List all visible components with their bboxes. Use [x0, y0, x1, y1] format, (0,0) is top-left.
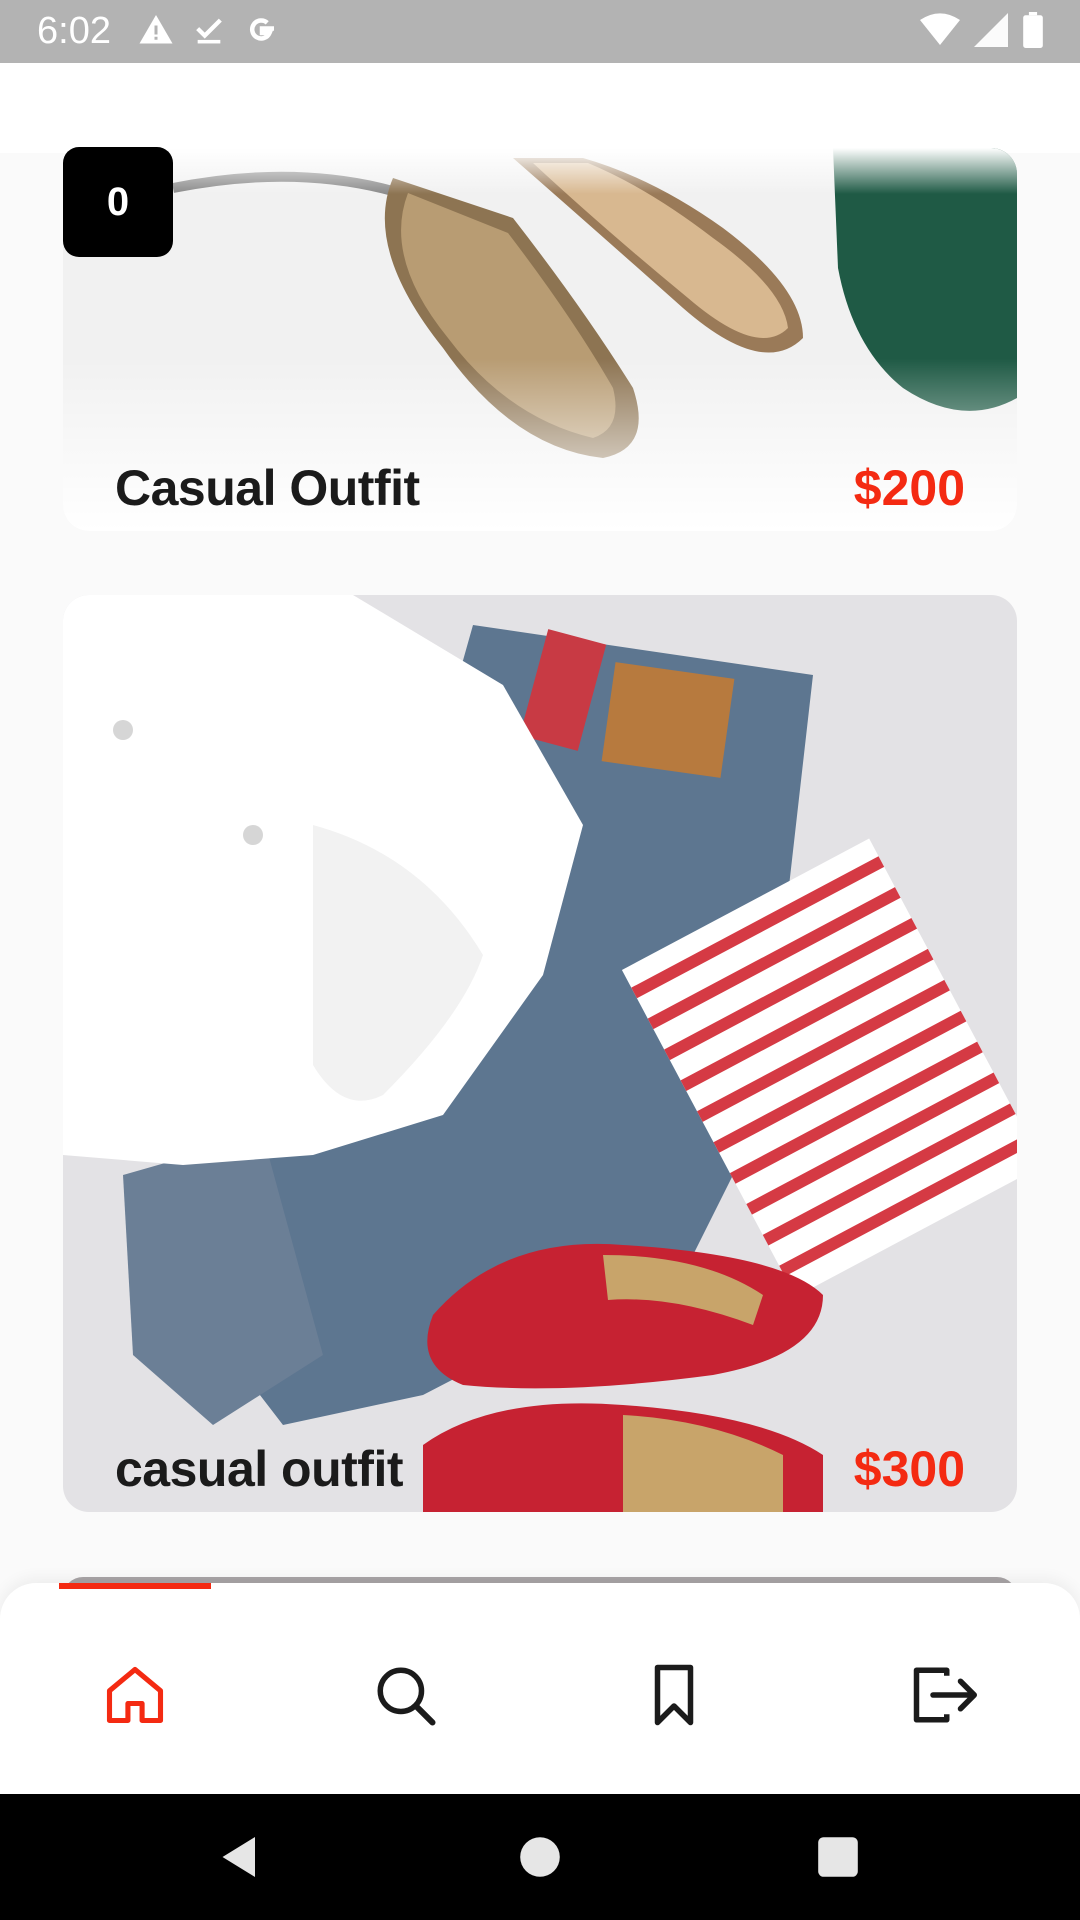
- download-done-icon: [196, 18, 222, 44]
- back-icon: [222, 1837, 255, 1877]
- search-icon: [377, 1667, 436, 1726]
- active-tab-indicator: [59, 1583, 211, 1589]
- tab-logout[interactable]: [904, 1655, 984, 1735]
- bookmark-icon: [654, 1664, 694, 1726]
- outfit-price: $300: [853, 1441, 965, 1497]
- system-back-button[interactable]: [205, 1822, 275, 1892]
- system-home-button[interactable]: [505, 1822, 575, 1892]
- status-bar: 6:02: [0, 0, 1080, 63]
- tab-home[interactable]: [95, 1655, 175, 1735]
- outfit-feed[interactable]: Casual Outfit $200 casual outfit $300: [0, 63, 1080, 1583]
- cart-count-badge[interactable]: 0: [63, 147, 173, 257]
- warning-icon: [139, 15, 173, 44]
- logout-icon: [913, 1667, 977, 1723]
- tab-bookmarks[interactable]: [634, 1655, 714, 1735]
- outfit-card[interactable]: casual outfit $300: [63, 595, 1017, 1512]
- outfit-title: casual outfit: [115, 1441, 403, 1497]
- signal-icon: [974, 13, 1008, 47]
- system-recents-button[interactable]: [803, 1822, 873, 1892]
- outfit-title: Casual Outfit: [115, 460, 420, 516]
- status-time: 6:02: [37, 10, 111, 52]
- outfit-price: $200: [853, 460, 965, 516]
- system-navigation-bar: [0, 1794, 1080, 1920]
- feed-header-space: [0, 63, 1080, 153]
- wifi-icon: [920, 13, 960, 46]
- bottom-navigation: [0, 1583, 1080, 1794]
- outfit-card[interactable]: Casual Outfit $200: [63, 148, 1017, 531]
- battery-icon: [1023, 12, 1043, 48]
- status-notification-icons: [138, 12, 280, 48]
- recents-icon: [818, 1837, 858, 1877]
- home-icon: [106, 1666, 164, 1724]
- home-circle-icon: [520, 1837, 560, 1877]
- tab-search[interactable]: [365, 1655, 445, 1735]
- outfit-image: [63, 595, 1017, 1512]
- google-icon: [250, 18, 274, 41]
- status-system-icons: [920, 12, 1044, 48]
